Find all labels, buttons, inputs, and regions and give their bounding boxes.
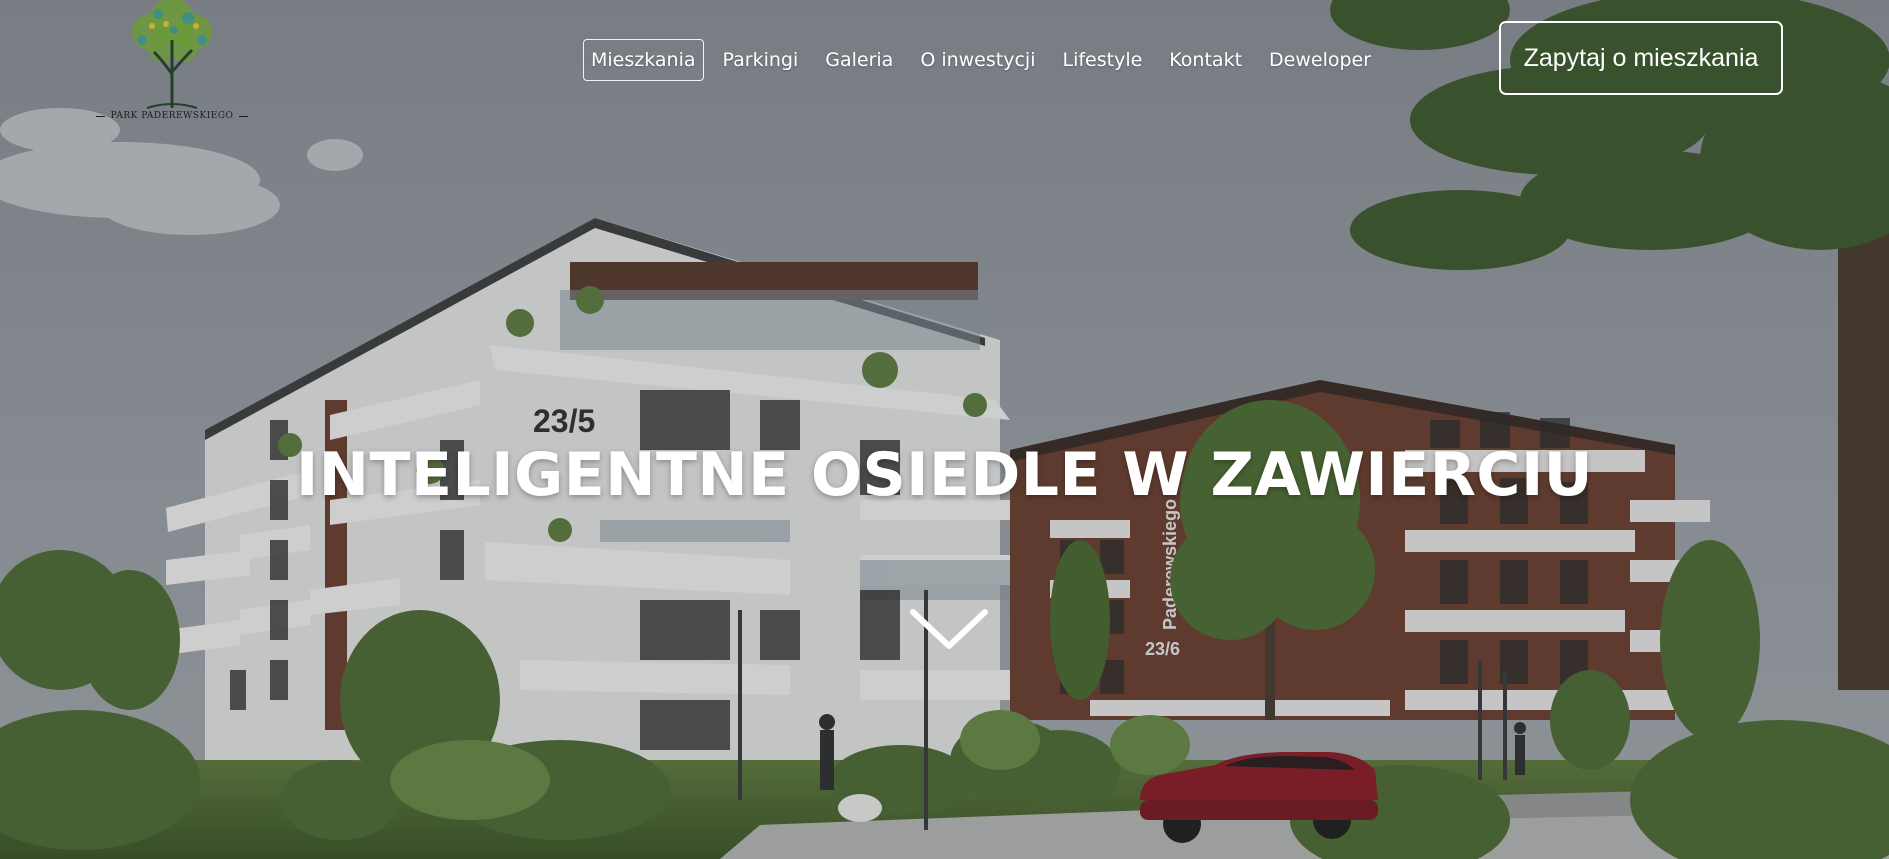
nav-item-deweloper[interactable]: Deweloper (1261, 39, 1379, 81)
nav-item-kontakt[interactable]: Kontakt (1161, 39, 1250, 81)
ask-about-apartments-button[interactable]: Zapytaj o mieszkania (1499, 21, 1783, 95)
hero-darken-overlay (0, 0, 1889, 859)
nav-item-o-inwestycji[interactable]: O inwestycji (912, 39, 1043, 81)
main-nav: Mieszkania Parkingi Galeria O inwestycji… (583, 39, 1390, 81)
brand-name: PARK PADEREWSKIEGO (96, 111, 248, 121)
chevron-down-icon[interactable] (909, 608, 989, 652)
hero-headline: INTELIGENTNE OSIEDLE W ZAWIERCIU (295, 440, 1593, 510)
hero-section: 23/5 Paderewskiego 23/6 PARK PADEREWSKIE… (0, 0, 1889, 859)
nav-item-lifestyle[interactable]: Lifestyle (1054, 39, 1150, 81)
tree-logo-icon[interactable] (92, 0, 252, 128)
nav-item-galeria[interactable]: Galeria (817, 39, 901, 81)
nav-item-parkingi[interactable]: Parkingi (715, 39, 807, 81)
nav-item-mieszkania[interactable]: Mieszkania (583, 39, 704, 81)
